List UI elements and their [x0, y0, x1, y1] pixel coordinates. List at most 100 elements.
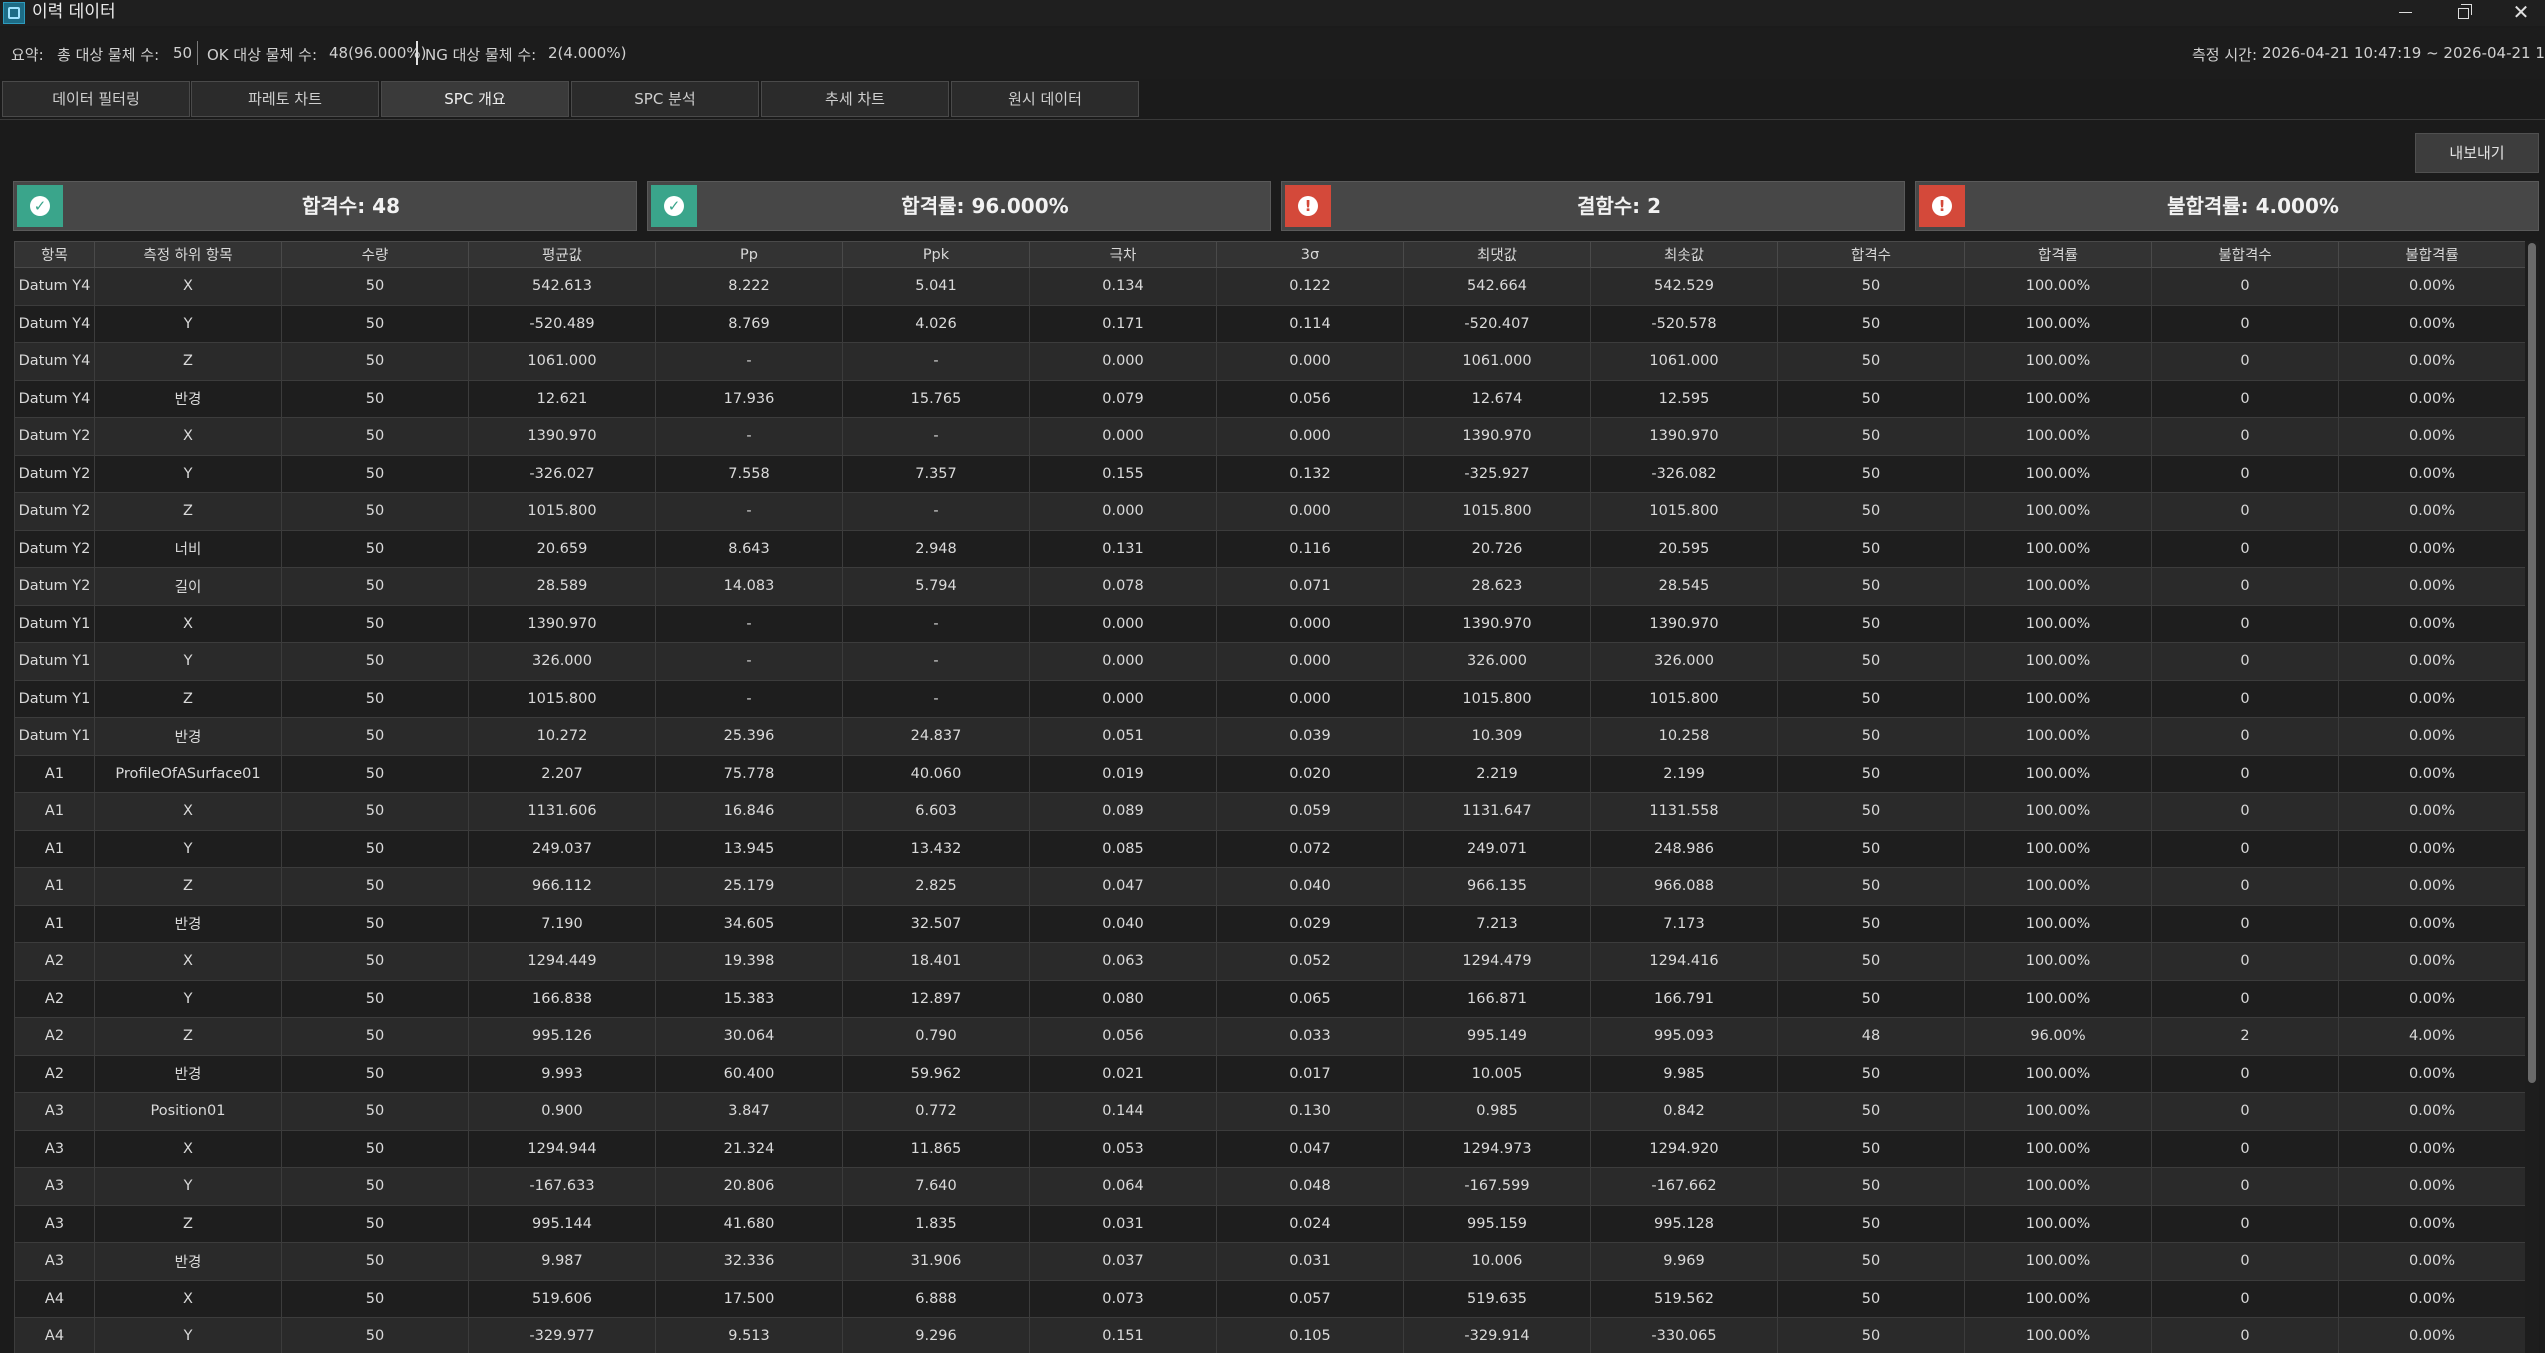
table-cell: 1015.800: [1590, 679, 1778, 718]
tab-pareto-chart[interactable]: 파레토 차트: [191, 81, 379, 117]
scrollbar-thumb[interactable]: [2528, 243, 2536, 1083]
close-button[interactable]: ✕: [2492, 0, 2545, 26]
column-header[interactable]: 불합격률: [2338, 241, 2525, 268]
table-cell: 0.842: [1590, 1092, 1778, 1131]
column-header[interactable]: 합격수: [1777, 241, 1965, 268]
table-row[interactable]: Datum Y4 반경 50 12.621 17.936 15.765 0.079 0.056…: [14, 379, 2525, 418]
table-row[interactable]: A4 Y 50 -329.977 9.513 9.296 0.151 0.105 -329.91…: [14, 1317, 2525, 1353]
minimize-button[interactable]: [2376, 0, 2434, 26]
table-cell: 0.155: [1029, 454, 1217, 493]
export-button[interactable]: 내보내기: [2415, 133, 2539, 173]
table-row[interactable]: A2 Y 50 166.838 15.383 12.897 0.080 0.065 166.87…: [14, 979, 2525, 1018]
table-cell: 9.987: [468, 1242, 656, 1281]
column-header[interactable]: 최솟값: [1590, 241, 1778, 268]
measure-time-label: 측정 시간:: [2192, 46, 2258, 64]
column-header[interactable]: 최댓값: [1403, 241, 1591, 268]
table-row[interactable]: A1 ProfileOfASurface01 50 2.207 75.778 40.060…: [14, 754, 2525, 793]
table-row[interactable]: A3 X 50 1294.944 21.324 11.865 0.053 0.047 1294.…: [14, 1129, 2525, 1168]
tab-raw-data[interactable]: 원시 데이터: [951, 81, 1139, 117]
table-row[interactable]: Datum Y4 X 50 542.613 8.222 5.041 0.134 0.122 54…: [14, 267, 2525, 306]
column-header[interactable]: 항목: [14, 241, 95, 268]
table-cell: 0: [2151, 1204, 2339, 1243]
tab-data-filtering[interactable]: 데이터 필터링: [2, 81, 190, 117]
table-row[interactable]: Datum Y1 반경 50 10.272 25.396 24.837 0.051 0.039…: [14, 717, 2525, 756]
table-row[interactable]: A3 Z 50 995.144 41.680 1.835 0.031 0.024 995.159…: [14, 1204, 2525, 1243]
table-row[interactable]: Datum Y1 Y 50 326.000- -0.000 0.000 326.000 326…: [14, 642, 2525, 681]
table-row[interactable]: Datum Y2 Y 50 -326.027 7.558 7.357 0.155 0.132-…: [14, 454, 2525, 493]
table-cell: 50: [1777, 417, 1965, 456]
table-cell: 12.897: [842, 979, 1030, 1018]
table-row[interactable]: A3 반경 50 9.987 32.336 31.906 0.037 0.031 10.006 9…: [14, 1242, 2525, 1281]
table-cell: 50: [281, 492, 469, 531]
table-cell: 0.020: [1216, 754, 1404, 793]
table-cell: Datum Y2: [14, 567, 95, 606]
table-row[interactable]: Datum Y1 Z 50 1015.800- -0.000 0.000 1015.800 1…: [14, 679, 2525, 718]
vertical-scrollbar[interactable]: [2525, 241, 2539, 1353]
column-header[interactable]: 측정 하위 항목: [94, 241, 282, 268]
table-row[interactable]: A4 X 50 519.606 17.500 6.888 0.073 0.057 519.635…: [14, 1279, 2525, 1318]
table-cell: A3: [14, 1242, 95, 1281]
table-cell: 50: [281, 342, 469, 381]
column-header[interactable]: 불합격수: [2151, 241, 2339, 268]
table-cell: 0.057: [1216, 1279, 1404, 1318]
table-cell: 1061.000: [468, 342, 656, 381]
table-row[interactable]: A1 X 50 1131.606 16.846 6.603 0.089 0.059 1131.6…: [14, 792, 2525, 831]
table-row[interactable]: Datum Y1 X 50 1390.970- -0.000 0.000 1390.970 1…: [14, 604, 2525, 643]
table-row[interactable]: Datum Y2 너비 50 20.659 8.643 2.948 0.131 0.116 20…: [14, 529, 2525, 568]
table-cell: 2.207: [468, 754, 656, 793]
restore-button[interactable]: [2434, 0, 2492, 26]
table-cell: 50: [1777, 1279, 1965, 1318]
table-cell: 0.00%: [2338, 1204, 2525, 1243]
close-icon: ✕: [2512, 0, 2530, 24]
column-header[interactable]: 합격률: [1964, 241, 2152, 268]
table-cell: 1131.647: [1403, 792, 1591, 831]
table-row[interactable]: Datum Y2 길이 50 28.589 14.083 5.794 0.078 0.071 2…: [14, 567, 2525, 606]
table-cell: -326.027: [468, 454, 656, 493]
table-row[interactable]: Datum Y2 Z 50 1015.800- -0.000 0.000 1015.800 1…: [14, 492, 2525, 531]
table-cell: -325.927: [1403, 454, 1591, 493]
ng-count-value: 2(4.000%): [548, 44, 627, 62]
column-header[interactable]: 수량: [281, 241, 469, 268]
table-cell: 50: [1777, 679, 1965, 718]
tab-spc-overview[interactable]: SPC 개요: [381, 81, 569, 117]
table-cell: 너비: [94, 529, 282, 568]
table-row[interactable]: A2 X 50 1294.449 19.398 18.401 0.063 0.052 1294.…: [14, 942, 2525, 981]
table-row[interactable]: A1 Z 50 966.112 25.179 2.825 0.047 0.040 966.135…: [14, 867, 2525, 906]
table-cell: Datum Y4: [14, 267, 95, 306]
table-row[interactable]: A1 반경 50 7.190 34.605 32.507 0.040 0.029 7.213 7.…: [14, 904, 2525, 943]
table-cell: 8.643: [655, 529, 843, 568]
table-cell: 50: [281, 604, 469, 643]
table-row[interactable]: Datum Y4 Y 50 -520.489 8.769 4.026 0.171 0.114-…: [14, 304, 2525, 343]
table-row[interactable]: Datum Y4 Z 50 1061.000- -0.000 0.000 1061.000 1…: [14, 342, 2525, 381]
table-row[interactable]: Datum Y2 X 50 1390.970- -0.000 0.000 1390.970 1…: [14, 417, 2525, 456]
table-cell: 1131.606: [468, 792, 656, 831]
table-row[interactable]: A2 반경 50 9.993 60.400 59.962 0.021 0.017 10.005 9…: [14, 1054, 2525, 1093]
table-cell: 50: [1777, 867, 1965, 906]
table-cell: 100.00%: [1964, 717, 2152, 756]
table-cell: 542.529: [1590, 267, 1778, 306]
status-badge: [651, 185, 697, 227]
table-cell: -: [842, 642, 1030, 681]
column-header[interactable]: 극차: [1029, 241, 1217, 268]
table-row[interactable]: A1 Y 50 249.037 13.945 13.432 0.085 0.072 249.07…: [14, 829, 2525, 868]
table-cell: 50: [1777, 1317, 1965, 1353]
table-cell: 0.00%: [2338, 1242, 2525, 1281]
column-header[interactable]: 평균값: [468, 241, 656, 268]
column-header[interactable]: 3σ: [1216, 241, 1404, 268]
table-cell: 0.772: [842, 1092, 1030, 1131]
table-cell: 0.00%: [2338, 417, 2525, 456]
table-cell: 0.000: [1216, 417, 1404, 456]
table-row[interactable]: A3 Y 50 -167.633 20.806 7.640 0.064 0.048 -167.5…: [14, 1167, 2525, 1206]
table-cell: 100.00%: [1964, 1204, 2152, 1243]
tab-spc-analysis[interactable]: SPC 분석: [571, 81, 759, 117]
table-row[interactable]: A2 Z 50 995.126 30.064 0.790 0.056 0.033 995.149…: [14, 1017, 2525, 1056]
table-cell: Datum Y2: [14, 492, 95, 531]
table-cell: 100.00%: [1964, 567, 2152, 606]
table-row[interactable]: A3 Position01 50 0.900 3.847 0.772 0.144 0.130 0…: [14, 1092, 2525, 1131]
tab-trend-chart[interactable]: 추세 차트: [761, 81, 949, 117]
column-header[interactable]: Ppk: [842, 241, 1030, 268]
table-cell: 13.945: [655, 829, 843, 868]
column-header[interactable]: Pp: [655, 241, 843, 268]
table-cell: Y: [94, 304, 282, 343]
table-cell: 32.336: [655, 1242, 843, 1281]
